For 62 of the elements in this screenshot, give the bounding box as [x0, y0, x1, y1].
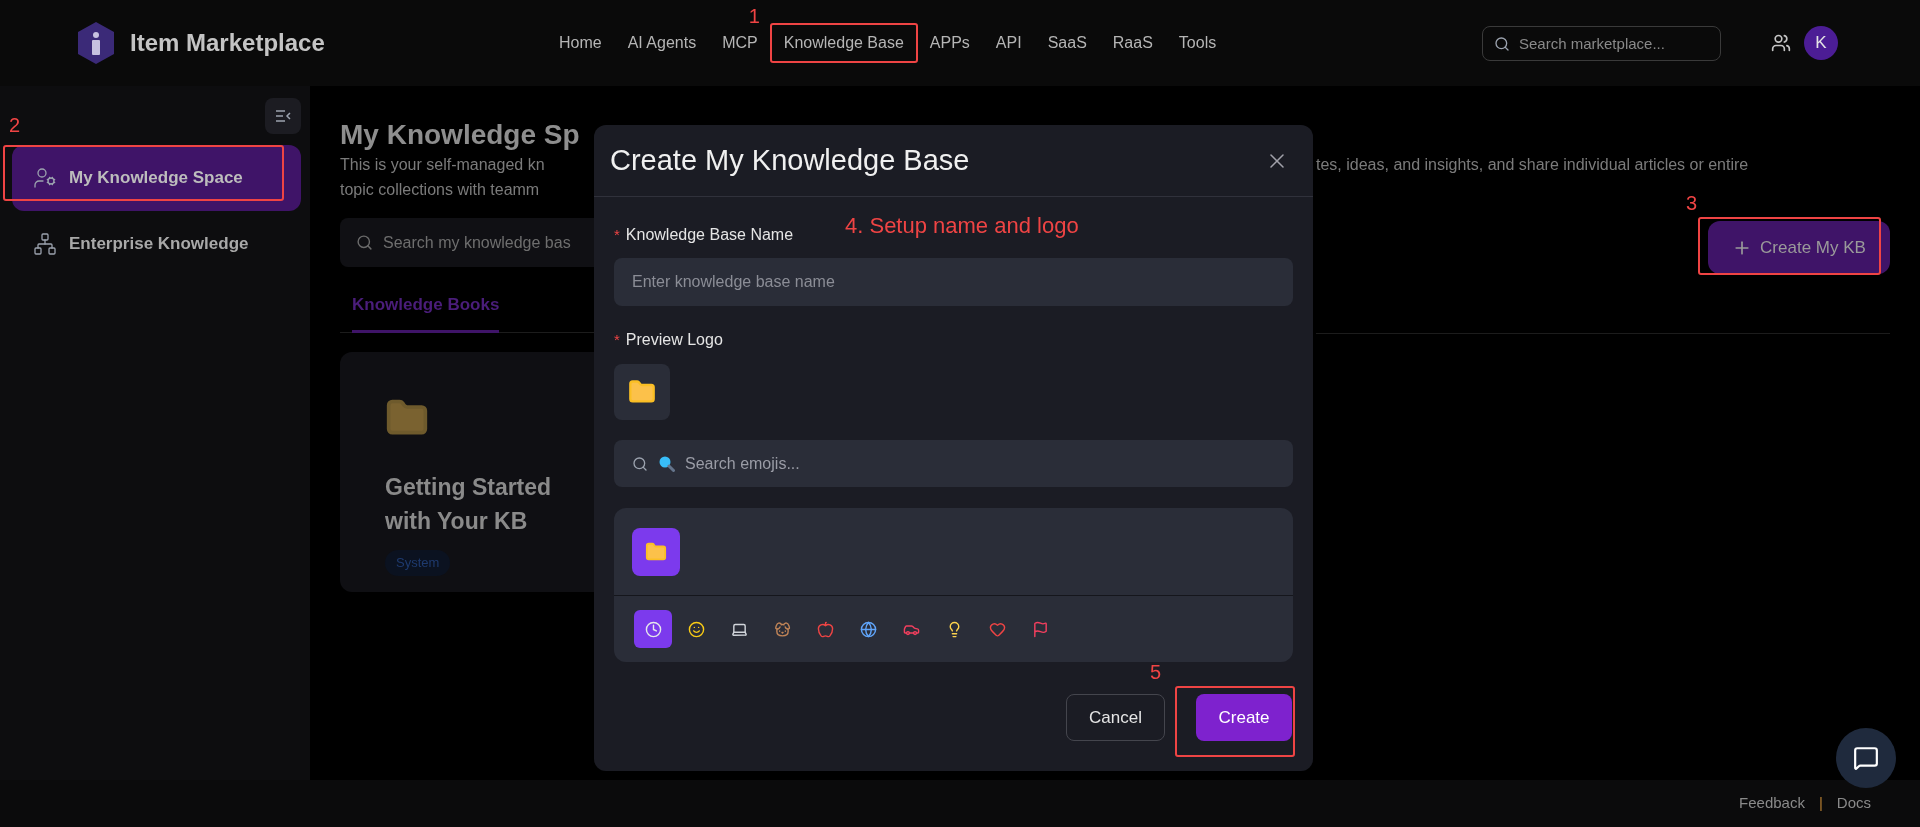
card-title: Getting Started with Your KB [385, 473, 553, 536]
avatar[interactable]: K [1804, 26, 1838, 60]
nav-link[interactable]: Knowledge Base [772, 26, 915, 60]
sidebar-item[interactable]: My Knowledge Space [12, 145, 301, 211]
collapse-button[interactable] [265, 98, 301, 134]
dog-icon [773, 620, 791, 638]
sidebar-item[interactable]: Enterprise Knowledge [12, 211, 301, 277]
field-label: Knowledge Base Name [625, 225, 794, 245]
create-button[interactable]: Create [1196, 694, 1292, 741]
nav-link[interactable]: API [984, 26, 1033, 60]
required-mark: * [614, 329, 620, 350]
page-title: My Knowledge Sp [340, 118, 581, 152]
cancel-button[interactable]: Cancel [1066, 694, 1165, 741]
knowledge-card[interactable]: Getting Started with Your KB System [340, 352, 594, 592]
search-icon [632, 456, 648, 472]
nav-link[interactable]: SaaS [1036, 26, 1098, 60]
apple-icon [816, 620, 834, 638]
logo-icon [76, 21, 116, 65]
logo-text: Item Marketplace [130, 28, 325, 58]
name-input[interactable]: Enter knowledge base name [614, 258, 1293, 306]
search-icon [1494, 35, 1510, 52]
footer-separator: | [1818, 793, 1823, 814]
annotation-note: 4. Setup name and logo [845, 212, 1079, 240]
step-number: 3 [1686, 193, 1698, 213]
footer-link[interactable]: Feedback [1739, 792, 1805, 815]
globe-icon [859, 620, 877, 638]
step-number: 5 [1150, 662, 1162, 682]
nav-link[interactable]: RaaS [1101, 26, 1164, 60]
chat-icon [1853, 745, 1879, 771]
clock-icon [644, 620, 662, 638]
footer-link[interactable]: Docs [1836, 792, 1871, 815]
search-icon [356, 234, 373, 251]
magnifier-icon [658, 455, 675, 472]
dialog-title: Create My Knowledge Base [610, 142, 970, 178]
step-number: 1 [748, 6, 760, 26]
knowledge-search-field[interactable]: Search my knowledge bas [340, 218, 594, 267]
card-tag: System [385, 550, 451, 576]
flag-icon [1031, 620, 1049, 638]
network-icon [33, 232, 57, 256]
emoji-search-field[interactable]: Search emojis... [614, 440, 1293, 487]
page-description: This is your self-managed kn [340, 155, 546, 175]
folder-icon [645, 541, 667, 563]
collapse-icon [275, 110, 291, 122]
heart-icon [988, 620, 1006, 638]
create-kb-button[interactable]: Create My KB [1708, 221, 1890, 274]
step-number: 2 [9, 115, 21, 135]
nav-link[interactable]: MCP [711, 26, 769, 60]
users-icon[interactable] [1771, 33, 1791, 53]
field-label: Preview Logo [625, 330, 723, 350]
nav-link[interactable]: APPs [918, 26, 981, 60]
folder-icon [628, 378, 656, 406]
page-description: tes, ideas, and insights, and share individual articles or entire [1316, 155, 1750, 175]
emoji-category-tab[interactable] [634, 610, 672, 648]
page-description: topic collections with teamm [340, 180, 541, 200]
selected-emoji[interactable] [632, 528, 680, 576]
nav-link[interactable]: AI Agents [616, 26, 708, 60]
nav-link[interactable]: Tools [1167, 26, 1228, 60]
search-field[interactable]: Search marketplace... [1482, 25, 1721, 61]
nav-link[interactable]: Home [548, 26, 613, 60]
smiley-icon [687, 620, 705, 638]
required-mark: * [614, 224, 620, 245]
user-gear-icon [33, 166, 57, 190]
